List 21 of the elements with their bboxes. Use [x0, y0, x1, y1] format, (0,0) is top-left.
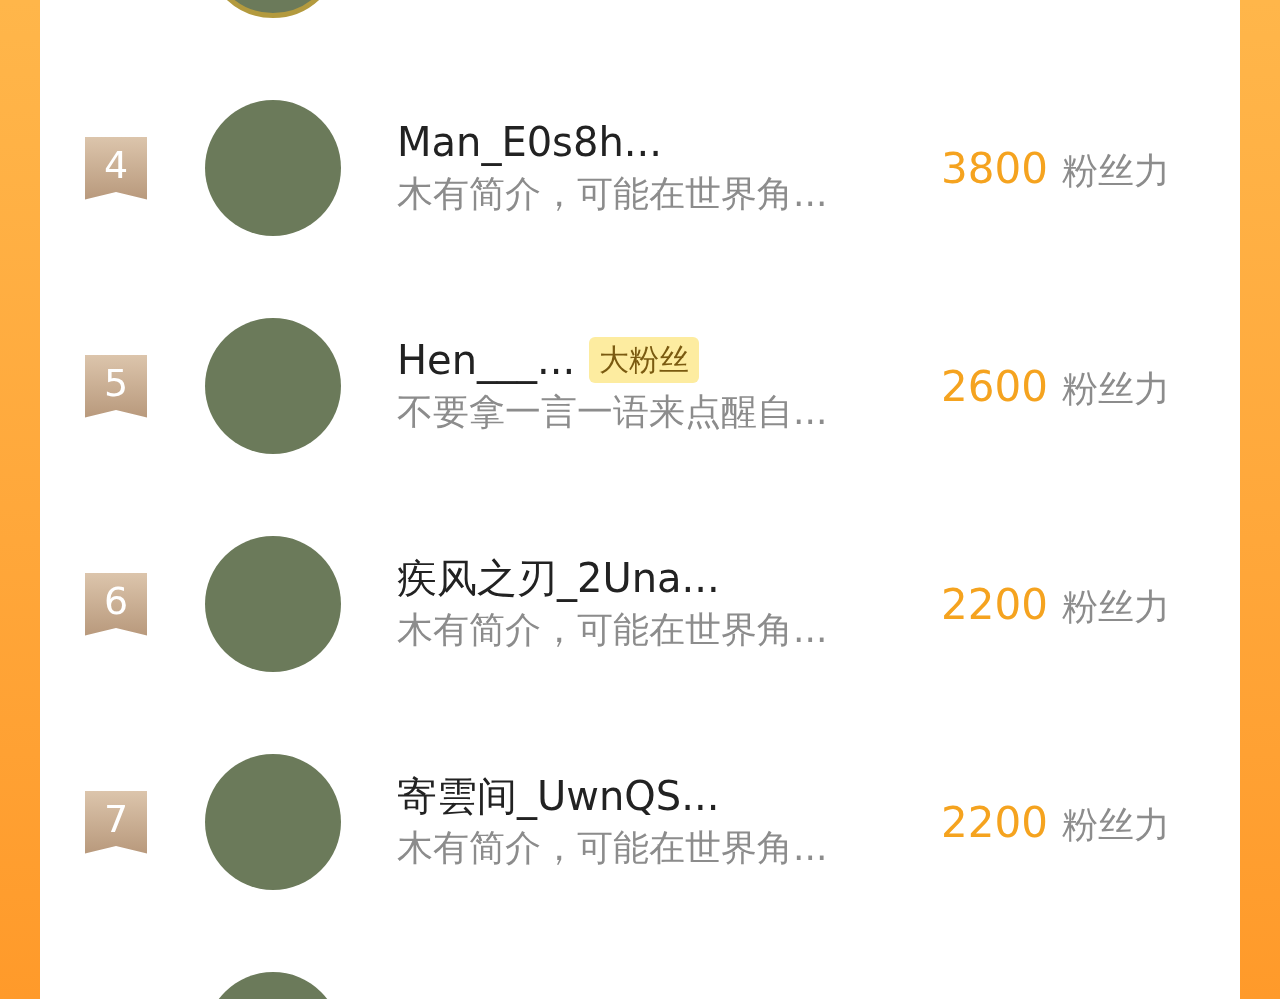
fan-score: 2200: [941, 578, 1048, 631]
rank-ribbon: 5: [85, 354, 147, 418]
fan-score: 3800: [941, 142, 1048, 195]
user-bio: 木有简介，可能在世界角...: [397, 826, 829, 870]
score-unit: 粉丝力: [1062, 148, 1170, 193]
user-bio: 木有简介，可能在世界角...: [397, 608, 829, 652]
user-name[interactable]: 寄雲间_UwnQS...: [397, 770, 720, 822]
user-bio: 木有简介，可能在世界角...: [397, 172, 829, 216]
fan-score: 2200: [941, 796, 1048, 849]
user-bio: 不要拿一言一语来点醒自...: [397, 390, 829, 434]
user-name[interactable]: Man_E0s8h...: [397, 116, 662, 168]
rank-ribbon: 7: [85, 790, 147, 854]
score-unit: 粉丝力: [1062, 802, 1170, 847]
score-unit: 粉丝力: [1062, 366, 1170, 411]
fan-badge: 大粉丝: [589, 337, 700, 383]
user-name[interactable]: 疾风之刃_2Una...: [397, 552, 720, 604]
rank-ribbon: 4: [85, 136, 147, 200]
rank-ribbon: 6: [85, 572, 147, 636]
user-name[interactable]: Hen___...: [397, 334, 576, 386]
score-unit: 粉丝力: [1062, 584, 1170, 629]
fan-score: 2600: [941, 360, 1048, 413]
